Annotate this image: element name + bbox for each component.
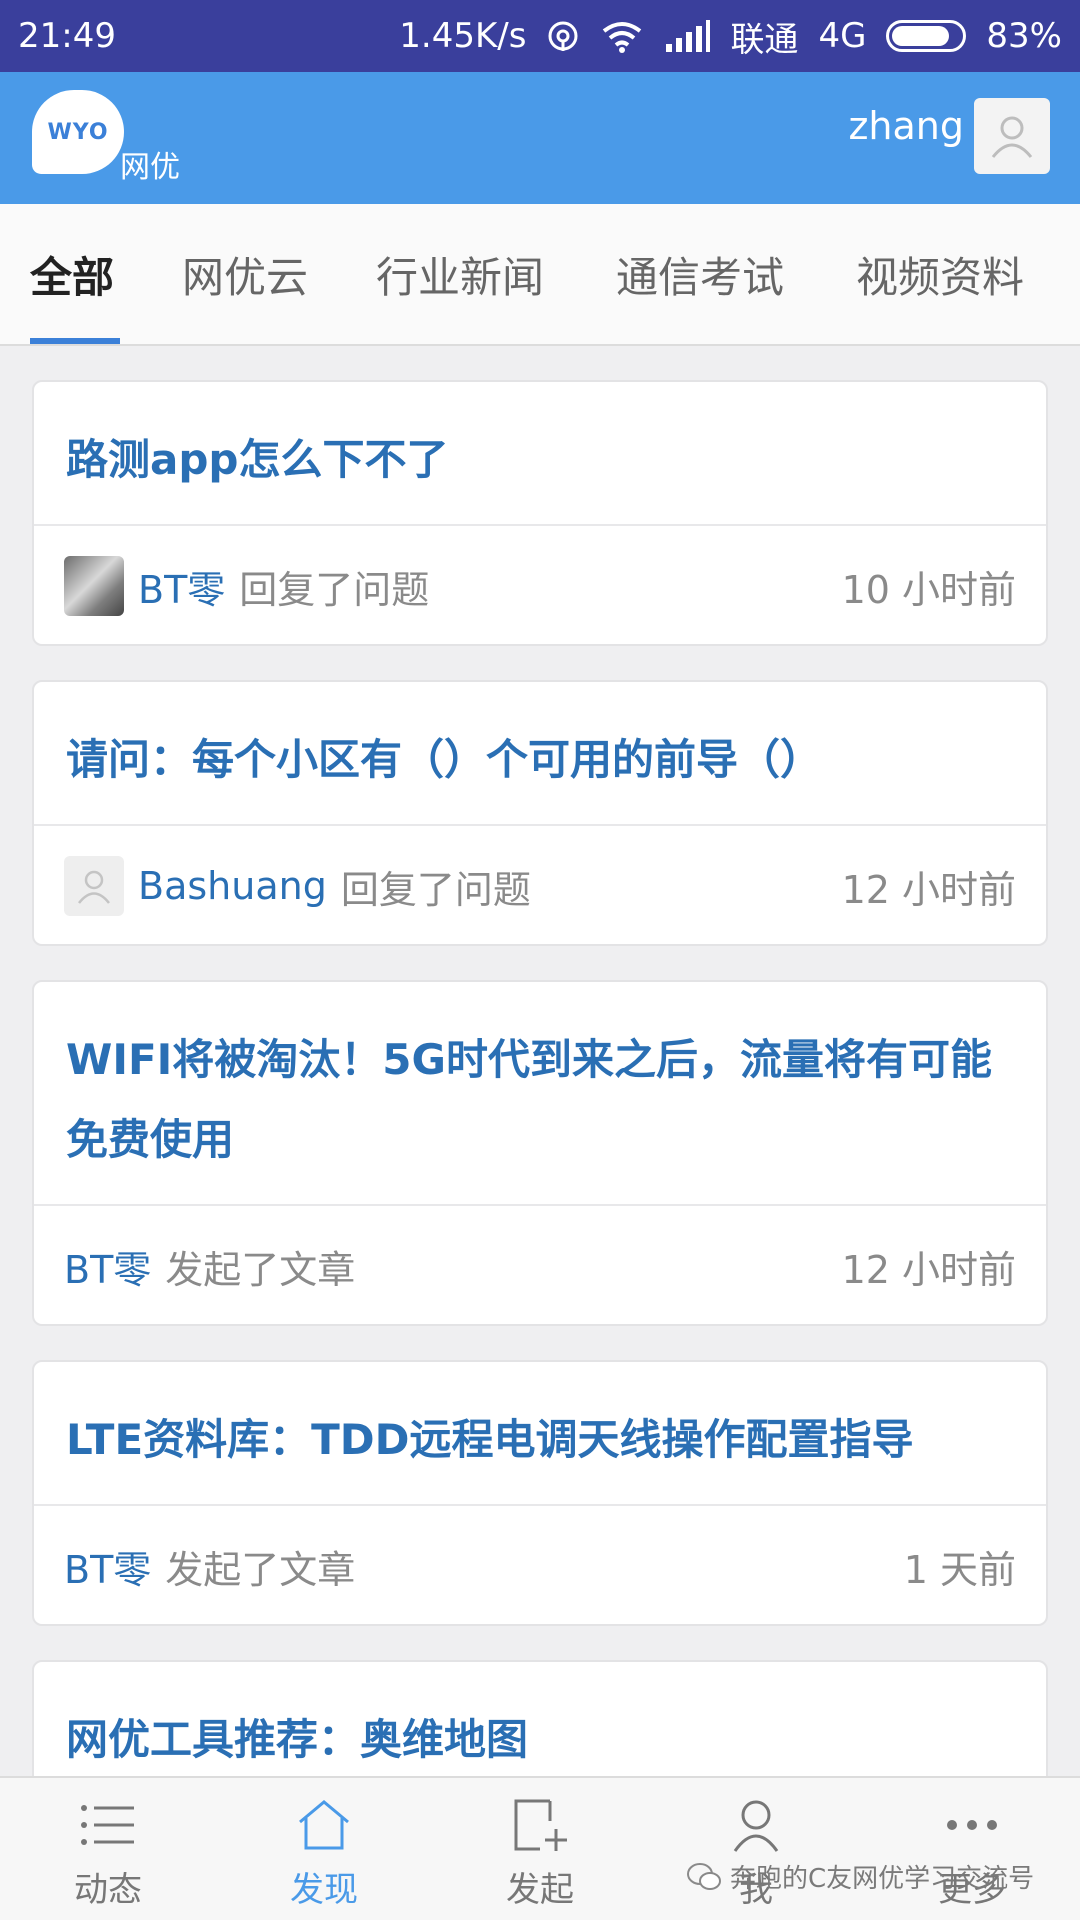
card-meta: Bashuang 回复了问题 12 小时前 <box>34 826 1046 944</box>
card-title[interactable]: WIFI将被淘汰！5G时代到来之后，流量将有可能免费使用 <box>34 982 1046 1206</box>
person-icon <box>686 1792 826 1858</box>
tab-all[interactable]: 全部 <box>30 244 114 346</box>
card-user[interactable]: Bashuang <box>138 864 327 908</box>
card-action: 发起了文章 <box>165 1247 356 1292</box>
tab-telecom-exam[interactable]: 通信考试 <box>616 244 784 346</box>
card-time: 10 小时前 <box>841 567 1016 612</box>
card-action: 发起了文章 <box>165 1547 356 1592</box>
battery-percent: 83% <box>986 16 1062 56</box>
more-icon <box>902 1792 1042 1858</box>
category-tabs: 全部 网优云 行业新闻 通信考试 视频资料 <box>0 204 1080 346</box>
battery-icon <box>886 20 967 52</box>
card-user[interactable]: BT零 <box>64 1539 151 1594</box>
feed-card[interactable]: LTE资料库：TDD远程电调天线操作配置指导 BT零 发起了文章 1 天前 <box>32 1360 1048 1626</box>
tab-video-resources[interactable]: 视频资料 <box>856 244 1024 346</box>
card-user[interactable]: BT零 <box>138 559 225 614</box>
nav-label: 发现 <box>290 1870 358 1910</box>
username[interactable]: zhang <box>848 104 964 148</box>
watermark: 奔跑的C友网优学习交流号 <box>686 1858 1034 1895</box>
nav-discover[interactable]: 发现 <box>254 1792 394 1911</box>
card-meta: BT零 发起了文章 1 天前 <box>34 1506 1046 1624</box>
card-time: 1 天前 <box>903 1547 1016 1592</box>
bottom-navigation: 动态 发现 发起 我 更多 <box>0 1776 1080 1920</box>
default-avatar-icon <box>78 870 110 904</box>
logo-subtitle: 网优 <box>120 150 180 185</box>
wechat-icon <box>687 1862 721 1890</box>
tab-industry-news[interactable]: 行业新闻 <box>376 244 544 346</box>
app-logo[interactable]: WYO <box>32 90 124 174</box>
card-time: 12 小时前 <box>841 867 1016 912</box>
user-avatar[interactable] <box>974 98 1050 174</box>
card-title[interactable]: LTE资料库：TDD远程电调天线操作配置指导 <box>34 1362 1046 1506</box>
user-avatar-default[interactable] <box>64 856 124 916</box>
hotspot-icon <box>546 19 580 53</box>
status-time: 21:49 <box>18 16 116 56</box>
feed-card[interactable]: 路测app怎么下不了 BT零 回复了问题 10 小时前 <box>32 380 1048 646</box>
carrier-label: 联通 <box>730 19 799 60</box>
default-avatar-icon <box>991 116 1033 158</box>
tab-wangyouyun[interactable]: 网优云 <box>182 244 308 346</box>
wifi-icon <box>600 19 644 53</box>
app-header: WYO 网优 zhang <box>0 72 1080 204</box>
card-title[interactable]: 路测app怎么下不了 <box>34 382 1046 526</box>
nav-label: 发起 <box>506 1870 574 1910</box>
card-user[interactable]: BT零 <box>64 1239 151 1294</box>
card-action: 回复了问题 <box>239 567 430 612</box>
card-action: 回复了问题 <box>340 867 531 912</box>
feed-card[interactable]: 请问：每个小区有（）个可用的前导（） Bashuang 回复了问题 12 小时前 <box>32 680 1048 946</box>
signal-icon <box>664 20 711 52</box>
user-avatar-photo[interactable] <box>64 556 124 616</box>
network-speed: 1.45K/s <box>399 16 527 56</box>
nav-label: 动态 <box>74 1870 142 1910</box>
nav-feed[interactable]: 动态 <box>38 1792 178 1911</box>
status-bar: 21:49 1.45K/s 联通 4G 83% <box>0 0 1080 72</box>
watermark-text: 奔跑的C友网优学习交流号 <box>730 1864 1035 1894</box>
list-icon <box>38 1792 178 1858</box>
card-title[interactable]: 请问：每个小区有（）个可用的前导（） <box>34 682 1046 826</box>
card-meta: BT零 回复了问题 10 小时前 <box>34 526 1046 644</box>
card-time: 12 小时前 <box>841 1247 1016 1292</box>
card-meta: BT零 发起了文章 12 小时前 <box>34 1206 1046 1324</box>
logo-text: WYO <box>47 119 109 145</box>
tab-active-indicator <box>30 338 120 344</box>
feed-card[interactable]: WIFI将被淘汰！5G时代到来之后，流量将有可能免费使用 BT零 发起了文章 1… <box>32 980 1048 1326</box>
network-type: 4G <box>818 16 867 56</box>
new-post-icon <box>470 1792 610 1858</box>
nav-new-post[interactable]: 发起 <box>470 1792 610 1911</box>
home-icon <box>254 1792 394 1858</box>
